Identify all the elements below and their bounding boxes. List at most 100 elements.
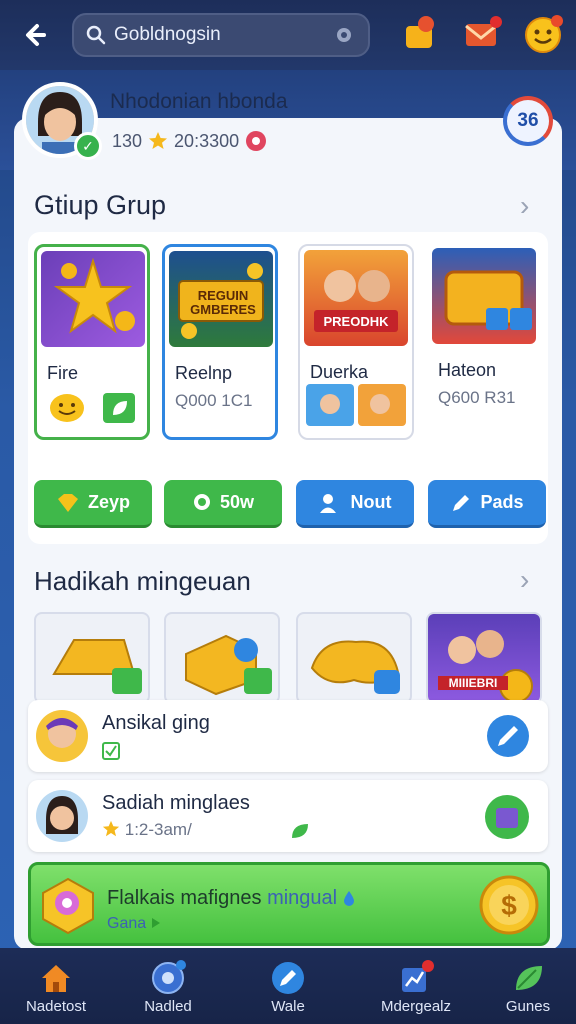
daily-section-title: Hadikah mingeuan	[34, 566, 251, 596]
game-art-reelnp: REGUIN GMBERES	[169, 251, 273, 347]
water-drop-icon	[343, 891, 354, 906]
pencil-circle-icon	[272, 962, 304, 994]
action-button-pads[interactable]: Pads	[428, 480, 546, 528]
team-icon	[448, 630, 533, 702]
daily-tile-gold-1[interactable]	[34, 612, 150, 704]
promo-banner[interactable]: Flalkais mafignes mingual Gana $	[28, 862, 550, 946]
location-pin-icon	[193, 493, 210, 510]
trophy-icon	[406, 16, 434, 48]
game-art-duerka: PREODHK	[304, 250, 408, 346]
compass-icon	[152, 960, 186, 994]
svg-text:$: $	[501, 890, 517, 921]
pencil-icon	[453, 494, 470, 511]
game-card-reelnp[interactable]: REGUIN GMBERES Reelnp Q000 1C1	[162, 244, 278, 440]
game-art-fire	[41, 251, 145, 347]
search-text: Gobldnogsin	[114, 24, 221, 45]
profile-name: Nhodonian hbonda	[110, 90, 288, 113]
nav-label: Nadetost	[25, 998, 87, 1015]
game-sub: Q000 1C1	[175, 391, 253, 410]
person-avatar-icon	[36, 790, 88, 842]
smiley-button[interactable]	[522, 12, 566, 56]
checkbox-icon	[102, 742, 120, 760]
avatar-status-badge: ✓	[74, 132, 102, 160]
action-label: Nout	[350, 492, 392, 512]
profile-stats: 130 20:3300	[112, 130, 267, 152]
action-button-zeyp[interactable]: Zeyp	[34, 480, 152, 528]
game-art-hateon	[432, 248, 536, 344]
gem-badge-icon	[246, 131, 267, 151]
smiley-icon	[50, 394, 84, 422]
game-name: Fire	[47, 363, 78, 383]
action-button-50w[interactable]: 50w	[164, 480, 282, 528]
nav-item-wale[interactable]: Wale	[238, 956, 338, 1020]
back-arrow-icon	[26, 24, 46, 46]
game-name: Duerka	[310, 362, 369, 382]
leaf-icon	[516, 966, 542, 990]
nav-item-nadled[interactable]: Nadled	[118, 956, 218, 1020]
nav-label: Wale	[271, 998, 305, 1015]
mini-avatar-icon	[358, 384, 406, 426]
profile-stat-count: 130	[112, 130, 143, 151]
list-item[interactable]: Sadiah minglaes 1:2-3am/	[28, 780, 548, 852]
home-icon	[42, 965, 70, 992]
game-card-hateon[interactable]: Hateon Q600 R31	[428, 244, 544, 440]
nav-label: Gunes	[505, 998, 551, 1015]
list-item-title: Sadiah minglaes	[102, 792, 250, 814]
mail-icon	[465, 16, 502, 46]
game-card-fire[interactable]: Fire	[34, 244, 150, 440]
leaf-icon	[103, 393, 135, 423]
nav-item-gunes[interactable]: Gunes	[478, 956, 576, 1020]
action-button-nout[interactable]: Nout	[296, 480, 414, 528]
nav-item-home[interactable]: Nadetost	[6, 956, 106, 1020]
list-item-title: Ansikal ging	[102, 712, 210, 734]
mail-button[interactable]	[460, 12, 504, 56]
magnifier-badge-icon	[42, 877, 94, 935]
gold-block-icon	[185, 634, 272, 696]
nav-label: Mdergealz	[380, 998, 452, 1015]
game-name: Reelnp	[175, 363, 233, 383]
game-sub: Q600 R31	[438, 388, 516, 407]
gift-icon[interactable]	[484, 794, 530, 840]
chart-notification-icon	[402, 960, 434, 992]
daily-chevron-icon[interactable]: ›	[520, 564, 529, 596]
profile-stat-points: 20:3300	[174, 130, 240, 151]
daily-tile-team[interactable]: MIIIEBRI	[426, 612, 542, 704]
group-section-title: Gtiup Grup	[34, 190, 167, 220]
gold-bar-icon	[52, 639, 142, 694]
action-label: 50w	[219, 492, 255, 512]
gold-nugget-icon	[310, 640, 400, 694]
back-button[interactable]	[12, 13, 56, 57]
gem-icon	[57, 493, 78, 512]
search-icon	[86, 25, 106, 45]
characters-icon	[314, 270, 398, 332]
game-art-banner-text: PREODHK	[323, 314, 389, 329]
bottom-nav: Nadetost Nadled Wale Mdergealz Gunes	[0, 948, 576, 1024]
leaf-icon	[292, 824, 308, 838]
trophy-button[interactable]	[398, 12, 442, 56]
person-avatar-icon	[36, 710, 88, 762]
users-icon	[319, 493, 336, 513]
level-badge: 36	[503, 96, 553, 146]
treasure-icon	[444, 270, 532, 330]
star-icon	[102, 820, 120, 837]
gold-star-icon	[53, 257, 135, 334]
promo-title: Flalkais mafignes mingual	[107, 887, 355, 910]
list-item[interactable]: Ansikal ging	[28, 700, 548, 772]
list-avatar	[36, 790, 88, 842]
edit-icon[interactable]	[486, 714, 530, 758]
game-card-duerka[interactable]: PREODHK Duerka	[298, 244, 414, 440]
nav-item-mdergealz[interactable]: Mdergealz	[366, 956, 466, 1020]
dollar-coin-icon: $	[479, 875, 539, 935]
settings-gear-icon[interactable]	[332, 23, 356, 47]
game-name: Hateon	[438, 360, 497, 380]
action-label: Zeyp	[87, 492, 130, 512]
list-item-sub: 1:2-3am/	[102, 820, 192, 840]
list-avatar	[36, 710, 88, 762]
group-chevron-icon[interactable]: ›	[520, 190, 529, 222]
action-label: Pads	[480, 492, 524, 512]
play-arrow-icon	[151, 918, 160, 928]
search-input[interactable]: Gobldnogsin	[72, 13, 370, 57]
daily-tile-gold-3[interactable]	[296, 612, 412, 704]
daily-tile-gold-2[interactable]	[164, 612, 280, 704]
game-art-banner-text: REGUIN GMBERES	[190, 288, 256, 317]
